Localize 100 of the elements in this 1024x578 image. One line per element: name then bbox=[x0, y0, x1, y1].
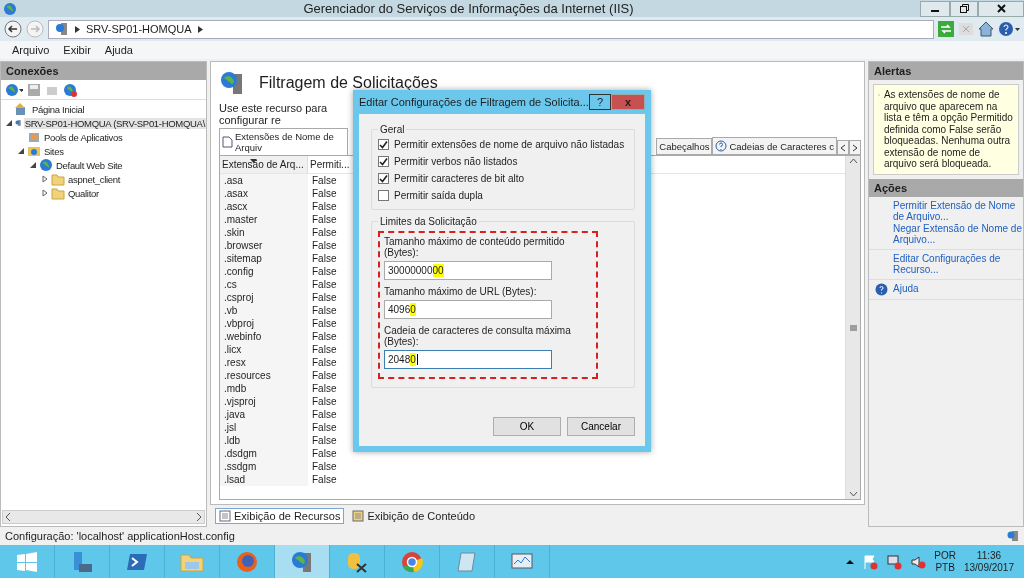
description-text: Use este recurso para configurar re bbox=[219, 102, 329, 126]
feature-title: Filtragem de Solicitações bbox=[259, 74, 438, 92]
table-cell: .lsad bbox=[220, 473, 308, 486]
breadcrumb-arrow-icon bbox=[75, 25, 80, 33]
server-icon bbox=[1007, 530, 1019, 542]
content-pages-icon bbox=[352, 510, 365, 522]
horizontal-scrollbar[interactable] bbox=[2, 510, 205, 524]
minimize-button[interactable] bbox=[920, 0, 950, 17]
clock[interactable]: 11:36 13/09/2017 bbox=[963, 549, 1014, 574]
tab[interactable]: Extensões de Nome de Arquiv bbox=[219, 128, 348, 155]
restore-button[interactable] bbox=[950, 0, 978, 17]
window-title: Gerenciador do Serviços de Informações da Internet (IIS) bbox=[302, 1, 635, 16]
home-icon[interactable] bbox=[978, 21, 994, 37]
tree-item[interactable]: aspnet_client bbox=[67, 173, 122, 185]
table-cell: .vb bbox=[220, 304, 308, 317]
column-header[interactable]: Extensão de Arq... bbox=[220, 156, 308, 173]
pane-header: Alertas bbox=[869, 62, 1023, 80]
menu-item[interactable]: Ajuda bbox=[104, 44, 133, 56]
ok-button[interactable]: OK bbox=[493, 417, 561, 436]
vertical-scrollbar[interactable] bbox=[845, 156, 860, 499]
table-cell: .dsdgm bbox=[220, 447, 308, 460]
app-icon bbox=[3, 1, 17, 16]
table-cell: .master bbox=[220, 213, 308, 226]
scroll-tabs-right-button[interactable] bbox=[849, 140, 861, 155]
tree-item[interactable]: Sites bbox=[43, 145, 65, 157]
feature-list-icon bbox=[219, 510, 231, 522]
speaker-muted-icon[interactable] bbox=[910, 553, 927, 570]
field-label: Tamanho máximo de URL (Bytes): bbox=[384, 286, 538, 297]
table-cell: .ascx bbox=[220, 200, 308, 213]
alert-text: As extensões de nome de arquivo que aparecem na lista e têm a opção Permitido definida como False serão bloqueadas. Nenhuma outra extensão de nome de arquivo será bloqueada. bbox=[883, 89, 1014, 170]
scroll-up-icon bbox=[848, 158, 858, 164]
field-label: Cadeia de caracteres de consulta máxima (Bytes): bbox=[384, 325, 572, 347]
sites-folder-icon bbox=[27, 144, 41, 158]
table-cell: .csproj bbox=[220, 291, 308, 304]
collapse-arrow-icon[interactable] bbox=[5, 118, 13, 127]
table-cell: .webinfo bbox=[220, 330, 308, 343]
back-icon[interactable] bbox=[4, 20, 22, 38]
show-hidden-icons-icon[interactable] bbox=[846, 558, 855, 565]
table-cell: .resources bbox=[220, 369, 308, 382]
close-button[interactable] bbox=[978, 0, 1024, 17]
table-cell: .ssdgm bbox=[220, 460, 308, 473]
help-icon[interactable] bbox=[998, 21, 1020, 37]
address-bar[interactable]: SRV-SP01-HOMQUA bbox=[48, 19, 934, 39]
status-text: Configuração: 'localhost' applicationHost.config bbox=[5, 530, 235, 542]
scroll-down-icon bbox=[848, 491, 858, 497]
flag-icon[interactable] bbox=[862, 553, 879, 570]
network-icon[interactable] bbox=[886, 553, 903, 570]
menu-item[interactable]: Arquivo bbox=[12, 44, 50, 56]
table-cell: .skin bbox=[220, 226, 308, 239]
help-icon bbox=[875, 282, 888, 296]
tree-item[interactable]: Pools de Aplicativos bbox=[43, 131, 124, 143]
browser-icon[interactable] bbox=[235, 549, 259, 574]
table-cell: .ldb bbox=[220, 434, 308, 447]
scroll-tabs-left-button[interactable] bbox=[837, 140, 849, 155]
disconnect-icon[interactable] bbox=[63, 82, 77, 97]
cancel-button[interactable]: Cancelar bbox=[567, 417, 635, 436]
breadcrumb-arrow-icon bbox=[197, 25, 203, 33]
action-link[interactable]: Ajuda bbox=[893, 283, 919, 295]
action-link[interactable]: Permitir Extensão de Nome de Arquivo... bbox=[893, 199, 1023, 223]
globe-server-icon bbox=[219, 70, 245, 96]
table-cell: .cs bbox=[220, 278, 308, 291]
close-icon bbox=[996, 4, 1006, 13]
checkbox[interactable]: Permitir verbos não listados bbox=[378, 156, 628, 167]
tree-item[interactable]: Default Web Site bbox=[55, 159, 124, 171]
document-icon bbox=[222, 136, 233, 148]
globe-server-icon[interactable] bbox=[290, 549, 314, 574]
connect-globe-icon[interactable] bbox=[5, 82, 23, 97]
group-title: Limites da Solicitação bbox=[379, 216, 478, 227]
refresh-icon[interactable] bbox=[938, 21, 954, 37]
tree-item[interactable]: SRV-SP01-HOMQUA (SRV-SP01-HOMQUA\ bbox=[23, 117, 206, 129]
checkbox[interactable]: Permitir caracteres de bit alto bbox=[378, 173, 628, 184]
close-button[interactable]: x bbox=[611, 94, 645, 110]
field-label: Tamanho máximo de conteúdo permitido (Bytes): bbox=[384, 236, 566, 258]
tree-item[interactable]: Página Inicial bbox=[31, 103, 86, 115]
table-cell: .sitemap bbox=[220, 252, 308, 265]
checkbox[interactable]: Permitir saída dupla bbox=[378, 190, 628, 201]
table-cell: .jsl bbox=[220, 421, 308, 434]
restore-icon bbox=[959, 4, 969, 13]
table-cell: .config bbox=[220, 265, 308, 278]
checkbox[interactable]: Permitir extensões de nome de arquivo não listadas bbox=[378, 139, 628, 150]
table-cell: .resx bbox=[220, 356, 308, 369]
menu-item[interactable]: Exibir bbox=[63, 44, 91, 56]
view-tab[interactable]: Exibição de Conteúdo bbox=[348, 508, 480, 524]
round-browser-icon[interactable] bbox=[400, 549, 424, 574]
pane-header: Ações bbox=[869, 178, 1023, 197]
action-link[interactable]: Editar Configurações de Recurso... bbox=[893, 252, 1023, 276]
view-tab[interactable]: Exibição de Recursos bbox=[215, 508, 345, 524]
dialog-title: Editar Configurações de Filtragem de Solicita... bbox=[359, 96, 589, 108]
tree-item[interactable]: Qualitor bbox=[67, 187, 100, 199]
action-link[interactable]: Negar Extensão de Nome de Arquivo... bbox=[893, 222, 1023, 246]
table-cell: .licx bbox=[220, 343, 308, 356]
language-indicator[interactable]: POR PTB bbox=[934, 549, 956, 574]
tab[interactable]: Cabeçalhos bbox=[656, 138, 713, 155]
help-button[interactable]: ? bbox=[588, 94, 612, 110]
table-cell: .vbproj bbox=[220, 317, 308, 330]
breadcrumb-item[interactable]: SRV-SP01-HOMQUA bbox=[86, 23, 192, 35]
tab[interactable]: Cadeias de Caracteres c bbox=[712, 137, 837, 155]
table-cell: .asa bbox=[220, 174, 308, 187]
table-cell: .asax bbox=[220, 187, 308, 200]
table-cell: .browser bbox=[220, 239, 308, 252]
